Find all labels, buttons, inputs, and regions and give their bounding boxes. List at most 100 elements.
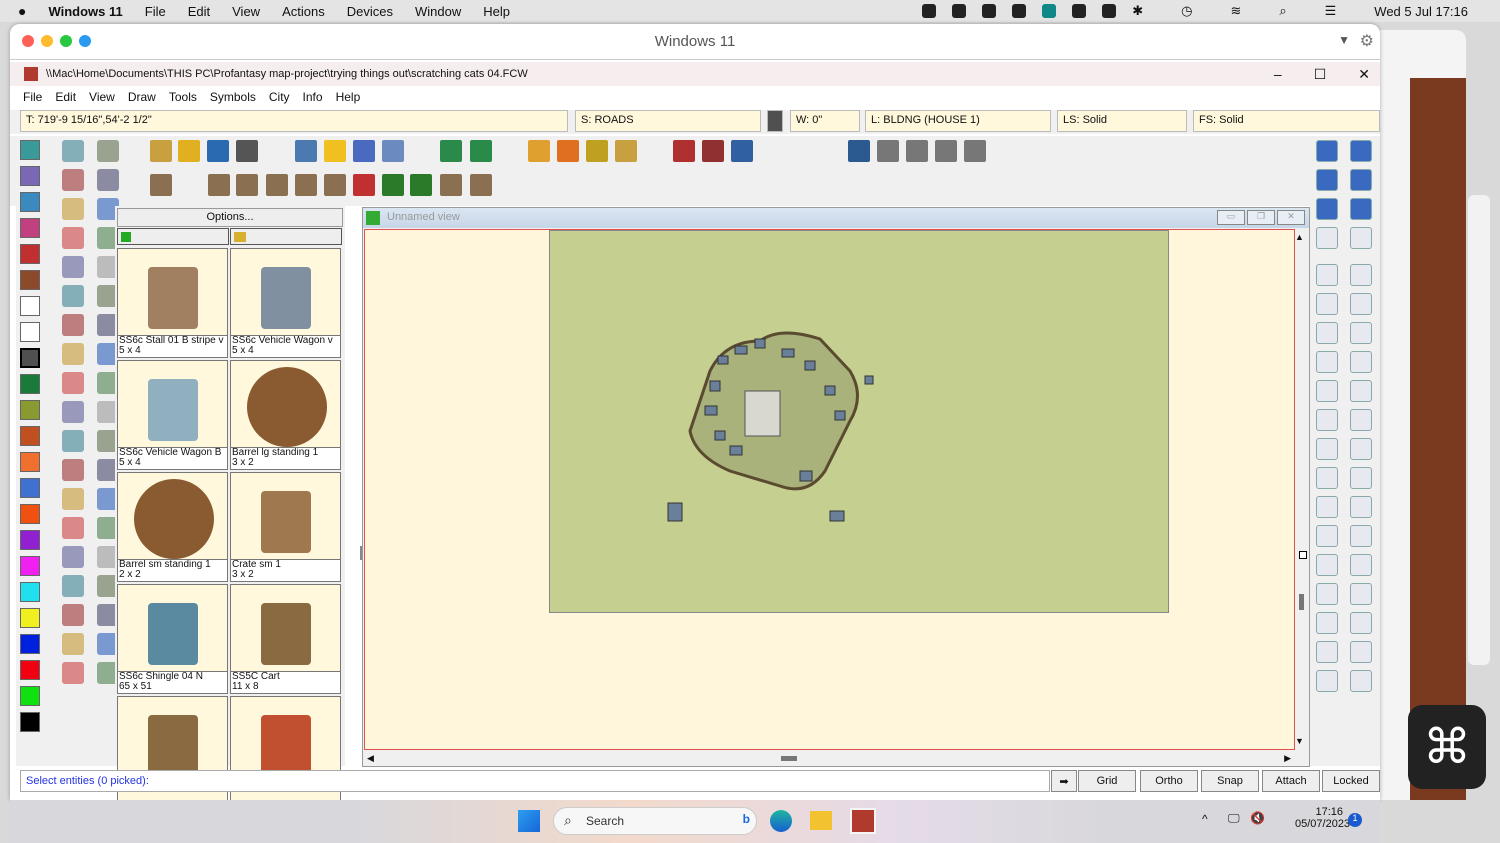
- toolbar-button[interactable]: [935, 140, 957, 162]
- color-swatch[interactable]: [20, 686, 40, 706]
- bluetooth-icon[interactable]: ✱: [1132, 3, 1143, 19]
- symbol-toolbar-button[interactable]: [266, 174, 288, 196]
- mac-menu-window[interactable]: Window: [415, 4, 461, 19]
- color-swatch[interactable]: [20, 426, 40, 446]
- sheet-field[interactable]: S: ROADS: [575, 110, 761, 132]
- drawing-tool-button[interactable]: [97, 169, 119, 191]
- toolbar-button[interactable]: [702, 140, 724, 162]
- edge-icon[interactable]: [770, 810, 792, 832]
- notification-badge[interactable]: 1: [1348, 813, 1362, 827]
- toolbar-button[interactable]: [528, 140, 550, 162]
- drawing-tool-button[interactable]: [62, 256, 84, 278]
- view-tool-button[interactable]: [1316, 554, 1338, 576]
- view-tool-button[interactable]: [1350, 227, 1372, 249]
- ortho-button[interactable]: Ortho: [1140, 770, 1198, 792]
- wifi-icon[interactable]: ≋: [1230, 3, 1241, 19]
- view-tool-button[interactable]: [1350, 264, 1372, 286]
- color-swatch[interactable]: [20, 348, 40, 368]
- drawing-tool-button[interactable]: [62, 343, 84, 365]
- layer-field[interactable]: L: BLDNG (HOUSE 1): [865, 110, 1051, 132]
- drawing-tool-button[interactable]: [62, 285, 84, 307]
- color-swatch[interactable]: [20, 270, 40, 290]
- view-tool-button[interactable]: [1350, 169, 1372, 191]
- view-tool-button[interactable]: [1350, 641, 1372, 663]
- symbol-cell[interactable]: SS5C Cart 11 x 8: [230, 584, 341, 694]
- grid-button[interactable]: Grid: [1078, 770, 1136, 792]
- drawing-tool-button[interactable]: [62, 401, 84, 423]
- toolbar-button[interactable]: [906, 140, 928, 162]
- drawing-tool-button[interactable]: [62, 430, 84, 452]
- mac-menu-edit[interactable]: Edit: [188, 4, 210, 19]
- symbol-toolbar-button[interactable]: [150, 174, 172, 196]
- symbol-cell[interactable]: Barrel sm standing 12 x 2: [117, 472, 228, 582]
- view-tool-button[interactable]: [1350, 438, 1372, 460]
- view-tool-button[interactable]: [1316, 351, 1338, 373]
- volume-mute-icon[interactable]: 🔇: [1250, 811, 1265, 825]
- view-tool-button[interactable]: [1350, 670, 1372, 692]
- color-swatch[interactable]: [20, 608, 40, 628]
- drawing-tool-button[interactable]: [62, 604, 84, 626]
- symbol-toolbar-button[interactable]: [353, 174, 375, 196]
- view-tool-button[interactable]: [1316, 583, 1338, 605]
- apple-icon[interactable]: ●: [18, 3, 26, 19]
- tray-icon[interactable]: [1012, 4, 1027, 18]
- color-swatch[interactable]: [20, 712, 40, 732]
- drawing-tool-button[interactable]: [62, 372, 84, 394]
- drawing-tool-button[interactable]: [62, 459, 84, 481]
- toolbar-button[interactable]: [236, 140, 258, 162]
- mac-menu-devices[interactable]: Devices: [347, 4, 393, 19]
- symbol-toolbar-button[interactable]: [470, 174, 492, 196]
- color-swatch[interactable]: [20, 322, 40, 342]
- resize-handle[interactable]: [1299, 551, 1307, 559]
- symbol-cell[interactable]: SS6c Shingle 04 N 65 x 51: [117, 584, 228, 694]
- toolbar-button[interactable]: [324, 140, 346, 162]
- symbol-cell[interactable]: SS6c Stall 01 B stripe v5 x 4: [117, 248, 228, 358]
- locked-button[interactable]: Locked: [1322, 770, 1380, 792]
- color-swatch[interactable]: [20, 166, 40, 186]
- view-tool-button[interactable]: [1316, 198, 1338, 220]
- attach-button[interactable]: Attach: [1262, 770, 1320, 792]
- toolbar-button[interactable]: [150, 140, 172, 162]
- drawing-tool-button[interactable]: [62, 314, 84, 336]
- symbol-cell[interactable]: SS6c Vehicle Wagon B5 x 4: [117, 360, 228, 470]
- view-tool-button[interactable]: [1316, 264, 1338, 286]
- mac-app-name[interactable]: Windows 11: [48, 4, 122, 19]
- open-catalog-button[interactable]: [230, 228, 342, 245]
- toolbar-button[interactable]: [964, 140, 986, 162]
- color-swatch[interactable]: [20, 452, 40, 472]
- bing-icon[interactable]: b: [743, 812, 750, 826]
- current-color-button[interactable]: [767, 110, 783, 132]
- symbol-toolbar-button[interactable]: [295, 174, 317, 196]
- view-tool-button[interactable]: [1316, 496, 1338, 518]
- time-machine-icon[interactable]: ◷: [1181, 3, 1192, 19]
- t-icon[interactable]: [1102, 4, 1117, 18]
- maximize-icon[interactable]: ☐: [1314, 66, 1327, 83]
- drawing-tool-button[interactable]: [97, 140, 119, 162]
- color-swatch[interactable]: [20, 660, 40, 680]
- menu-draw[interactable]: Draw: [128, 90, 156, 104]
- view-tool-button[interactable]: [1316, 467, 1338, 489]
- toolbar-button[interactable]: [207, 140, 229, 162]
- drawing-tool-button[interactable]: [62, 140, 84, 162]
- view-tool-button[interactable]: [1316, 227, 1338, 249]
- menu-info[interactable]: Info: [303, 90, 323, 104]
- toolbar-button[interactable]: [557, 140, 579, 162]
- cursor-mode-button[interactable]: ➡: [1051, 770, 1077, 792]
- drawing-tool-button[interactable]: [62, 575, 84, 597]
- view-tool-button[interactable]: [1350, 140, 1372, 162]
- menu-edit[interactable]: Edit: [55, 90, 76, 104]
- drawing-tool-button[interactable]: [62, 546, 84, 568]
- drawing-canvas[interactable]: [364, 229, 1295, 750]
- options-button[interactable]: Options...: [117, 208, 343, 227]
- toolbar-button[interactable]: [731, 140, 753, 162]
- view-minimize-button[interactable]: ▭: [1217, 210, 1245, 225]
- vertical-scrollbar-thumb[interactable]: [1299, 594, 1304, 610]
- view-tool-button[interactable]: [1316, 525, 1338, 547]
- color-swatch[interactable]: [20, 374, 40, 394]
- symbol-cell[interactable]: Barrel lg standing 13 x 2: [230, 360, 341, 470]
- toolbar-button[interactable]: [615, 140, 637, 162]
- view-tool-button[interactable]: [1316, 380, 1338, 402]
- view-close-button[interactable]: ✕: [1277, 210, 1305, 225]
- menu-city[interactable]: City: [269, 90, 290, 104]
- menu-symbols[interactable]: Symbols: [210, 90, 256, 104]
